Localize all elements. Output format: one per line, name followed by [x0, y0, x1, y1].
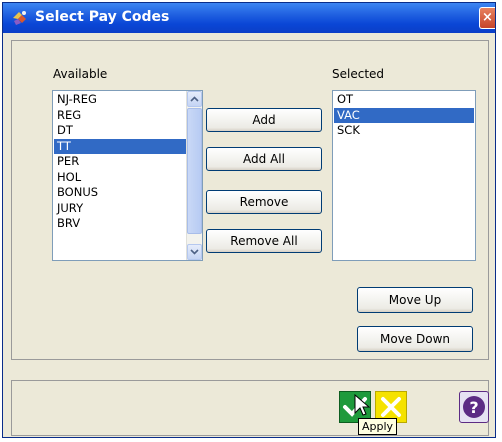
selected-item[interactable]: SCK — [334, 123, 474, 139]
available-item[interactable]: JURY — [54, 201, 186, 217]
scroll-up-button[interactable] — [187, 91, 202, 107]
selected-item[interactable]: VAC — [334, 107, 474, 123]
available-item[interactable]: REG — [54, 108, 186, 124]
available-item[interactable]: DT — [54, 123, 186, 139]
close-icon: × — [482, 10, 493, 25]
add-all-button[interactable]: Add All — [206, 147, 322, 171]
chevron-up-icon — [190, 96, 199, 102]
available-label: Available — [53, 67, 108, 81]
remove-all-button[interactable]: Remove All — [206, 229, 322, 253]
scroll-down-button[interactable] — [187, 244, 202, 260]
select-pay-codes-dialog: Select Pay Codes × Available NJ-REG REG DT… — [2, 2, 496, 438]
available-item[interactable]: TT — [54, 138, 186, 154]
selected-label: Selected — [332, 67, 385, 81]
mouse-cursor-icon — [354, 394, 370, 416]
available-item[interactable]: NJ-REG — [54, 92, 186, 108]
window-title: Select Pay Codes — [35, 9, 170, 25]
available-scrollbar[interactable] — [186, 91, 202, 260]
available-item[interactable]: PER — [54, 154, 186, 170]
available-items: NJ-REG REG DT TT PER HOL BONUS JURY BRV — [54, 92, 186, 232]
chevron-down-icon — [190, 249, 199, 255]
apply-tooltip: Apply — [358, 418, 398, 435]
pay-code-panel: Available NJ-REG REG DT TT PER HOL BONUS JURY BR… — [11, 40, 489, 360]
help-button[interactable]: ? — [459, 391, 489, 423]
selected-item[interactable]: OT — [334, 92, 474, 108]
action-bar: ? — [11, 380, 489, 436]
selected-items: OT VAC SCK — [334, 92, 474, 139]
add-button[interactable]: Add — [206, 108, 322, 132]
available-item[interactable]: BRV — [54, 216, 186, 232]
svg-text:?: ? — [469, 398, 478, 417]
remove-button[interactable]: Remove — [206, 190, 322, 214]
help-icon: ? — [463, 396, 485, 418]
scroll-thumb[interactable] — [187, 108, 202, 234]
move-down-button[interactable]: Move Down — [357, 326, 473, 352]
selected-listbox[interactable]: OT VAC SCK — [332, 90, 476, 261]
move-up-button[interactable]: Move Up — [357, 287, 473, 313]
available-listbox[interactable]: NJ-REG REG DT TT PER HOL BONUS JURY BRV — [52, 90, 203, 261]
app-icon — [13, 11, 26, 25]
available-item[interactable]: BONUS — [54, 185, 186, 201]
available-item[interactable]: HOL — [54, 170, 186, 186]
close-button[interactable]: × — [479, 7, 495, 29]
title-bar[interactable]: Select Pay Codes × — [3, 3, 495, 33]
